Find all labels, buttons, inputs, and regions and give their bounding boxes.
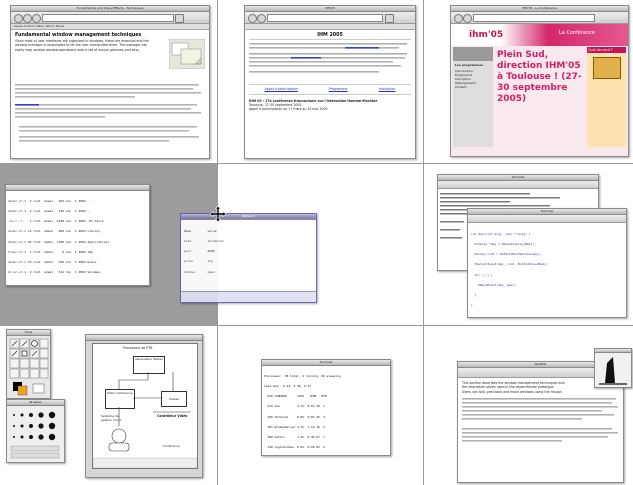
terminal-line: drwxr-xr-x 10 root admin 340 Jun 1 2004 … bbox=[8, 260, 97, 265]
tool-palette[interactable]: Tools bbox=[6, 329, 51, 399]
page-heading: IHM 2005 bbox=[317, 33, 343, 38]
terminal-line: 412 top 2.1% 0:01.20 1 bbox=[264, 404, 325, 409]
right-panel: Quoi de neuf ? bbox=[587, 47, 626, 147]
terminal-line: drwxr-xr-x 3 root wheel 102 Jun 1 2004 . bbox=[8, 198, 90, 203]
code-editor-window[interactable]: Terminal int main(int argc, char **argv)… bbox=[467, 208, 627, 318]
peeled-corner-window[interactable] bbox=[594, 348, 632, 388]
code-line: } bbox=[471, 293, 477, 298]
cell-ihm-conference: IHM'05 - La Conférence ihm'05 La Confére… bbox=[424, 0, 633, 163]
dialog-footer bbox=[181, 291, 316, 302]
cell-browser-ihm: IHM'05 IHM 2005 Appel à participation Pr… bbox=[218, 0, 423, 163]
terminal-toolbar bbox=[438, 181, 598, 189]
code-line: Display *dpy = XOpenDisplay(NULL); bbox=[471, 242, 537, 247]
terminal-line: dr-xr-xr-x 2 root wheel 512 Jun 1 2004 V… bbox=[8, 270, 101, 275]
cell-browser-techniques: Fundamental and Visual Effects - Techniq… bbox=[0, 0, 217, 163]
news-heading: Quoi de neuf ? bbox=[587, 47, 626, 53]
code-line: int main(int argc, char **argv) { bbox=[471, 231, 531, 236]
terminal-line: -rw-r--r-- 1 root wheel 6148 Jun 1 2004 … bbox=[8, 219, 104, 224]
paragraph-3: Users can fold, peel back and move windo… bbox=[462, 389, 563, 394]
code-line: XSelectInput(dpy, root, ButtonPressMask)… bbox=[471, 262, 549, 267]
terminal-line: 120 loginwindow 0.0% 0:00.92 2 bbox=[264, 445, 325, 450]
browser-window[interactable]: IHM'05 IHM 2005 Appel à participation Pr… bbox=[244, 5, 416, 159]
terminal-line: 288 Safari 1.2% 0:45.67 7 bbox=[264, 435, 325, 440]
reload-button[interactable] bbox=[32, 14, 41, 23]
browser-window[interactable]: IHM'05 - La Conférence ihm'05 La Confére… bbox=[450, 5, 629, 157]
dialog-line: status open bbox=[184, 269, 215, 274]
cell-drawing-app: Tools Brushes Processeur de PTB Générate… bbox=[0, 326, 217, 485]
dialog-line: host localhost bbox=[184, 239, 224, 244]
body-text-filler bbox=[249, 43, 407, 73]
terminal-window[interactable]: Terminal Processes: 68 total, 2 running,… bbox=[261, 359, 391, 456]
paragraph-2: window manager is responsible to let the… bbox=[15, 43, 148, 48]
tool-grid bbox=[9, 338, 49, 396]
left-sidebar: Les programmes Introduction Programme In… bbox=[453, 47, 493, 147]
code-line: Window root = DefaultRootWindow(dpy); bbox=[471, 252, 542, 257]
floating-dialog[interactable]: Network Name Value host localhost port 8… bbox=[180, 213, 317, 303]
browser-window[interactable]: Fundamental and Visual Effects - Techniq… bbox=[10, 5, 210, 159]
code-line: } bbox=[471, 303, 473, 308]
address-bar[interactable] bbox=[267, 14, 383, 22]
terminal-line: 301 WindowServer 4.3% 1:12.10 3 bbox=[264, 424, 325, 429]
dialog-line: proto tcp bbox=[184, 259, 213, 264]
cell-terminals: Terminal Terminal int main(int argc, cha… bbox=[424, 164, 633, 325]
cell-top-output: Terminal Processes: 68 total, 2 running,… bbox=[218, 326, 423, 485]
code-line: XNextEvent(dpy, &ev); bbox=[471, 282, 517, 287]
terminal-line: lrwxr-xr-x 1 root admin 9 Jun 1 2004 tmp bbox=[8, 249, 93, 254]
nav-link-program[interactable]: Programme bbox=[329, 87, 348, 91]
move-cursor-icon bbox=[210, 206, 226, 222]
paragraph-3: easily map several window operations ont… bbox=[15, 47, 140, 52]
address-bar[interactable] bbox=[473, 14, 595, 22]
back-button[interactable] bbox=[248, 14, 257, 23]
back-button[interactable] bbox=[454, 14, 463, 23]
news-image bbox=[593, 57, 621, 79]
window-title bbox=[86, 335, 202, 341]
browser-toolbar bbox=[245, 12, 415, 24]
back-button[interactable] bbox=[14, 14, 23, 23]
code-line: for (;;) { bbox=[471, 272, 493, 277]
brand-logo: ihm'05 bbox=[469, 30, 504, 40]
cell-text-editor: TextEdit This section describes the wind… bbox=[424, 326, 633, 485]
terminal-line: Processes: 68 total, 2 running, 66 sleep… bbox=[264, 373, 341, 378]
hero-text: Plein Sud, direction IHM'05 à Toulouse !… bbox=[497, 50, 582, 104]
terminal-window[interactable]: drwxr-xr-x 3 root wheel 102 Jun 1 2004 .… bbox=[5, 184, 150, 286]
terminal-line: 398 Terminal 0.8% 0:03.45 4 bbox=[264, 414, 325, 419]
dialog-line: Name Value bbox=[184, 228, 217, 233]
list-item: Appel à participation du 17 mars au 15 m… bbox=[249, 107, 328, 112]
forward-button[interactable] bbox=[257, 14, 266, 23]
nav-link-call[interactable]: Appel à participation bbox=[265, 87, 298, 91]
terminal-line: drwxr-xr-x 12 root admin 408 Jun 1 2004 … bbox=[8, 229, 101, 234]
diagram-connectors bbox=[93, 372, 197, 468]
address-bar[interactable] bbox=[42, 14, 174, 22]
terminal-line: Load Avg: 0.42, 0.36, 0.31 bbox=[264, 384, 311, 389]
brush-grid bbox=[10, 411, 60, 459]
body-text-filler bbox=[15, 83, 205, 155]
terminal-line: PID COMMAND %CPU TIME #TH bbox=[264, 394, 327, 399]
terminal-line: drwxr-xr-x 4 root wheel 136 Jun 1 2004 .… bbox=[8, 209, 92, 214]
forward-button[interactable] bbox=[23, 14, 32, 23]
body-text-filler bbox=[462, 397, 618, 442]
banner-title: La Conférence bbox=[559, 30, 596, 36]
search-icon[interactable] bbox=[385, 14, 394, 23]
editor-toolbar bbox=[468, 215, 626, 223]
site-banner: ihm'05 La Conférence bbox=[451, 24, 628, 46]
terminal-line: drwxr-xr-x 50 root admin 1700 Jun 1 2004… bbox=[8, 239, 110, 244]
brush-palette[interactable]: Brushes bbox=[6, 399, 65, 463]
diagram-canvas: Processeur de PTB Générateur Stéréo Pist… bbox=[92, 343, 198, 469]
browser-toolbar bbox=[451, 12, 628, 24]
dialog-line: port 8080 bbox=[184, 249, 215, 254]
nav-link-register[interactable]: Inscription bbox=[379, 87, 396, 91]
diagram-window[interactable]: Processeur de PTB Générateur Stéréo Pist… bbox=[85, 334, 203, 478]
forward-button[interactable] bbox=[463, 14, 472, 23]
sidebar-heading: Les programmes bbox=[455, 63, 484, 67]
browser-toolbar bbox=[11, 12, 209, 24]
peel-shape bbox=[599, 357, 627, 385]
search-icon[interactable] bbox=[175, 14, 184, 23]
sidebar-item[interactable]: Contact bbox=[453, 85, 493, 89]
illustration-image bbox=[169, 39, 205, 69]
